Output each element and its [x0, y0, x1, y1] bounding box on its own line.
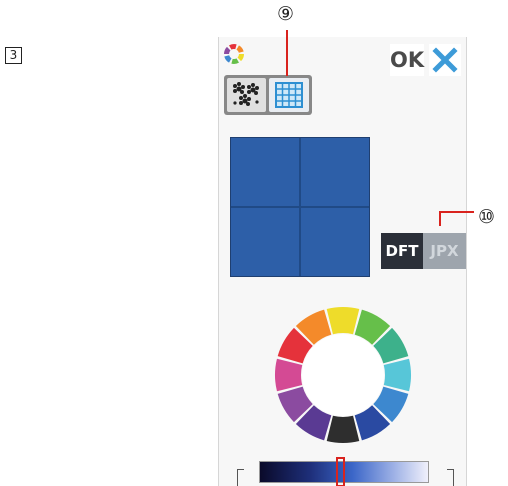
callout-9: ⑨ [277, 3, 295, 25]
callout-lines [286, 30, 474, 226]
callout-10: ⑩ [478, 206, 496, 228]
